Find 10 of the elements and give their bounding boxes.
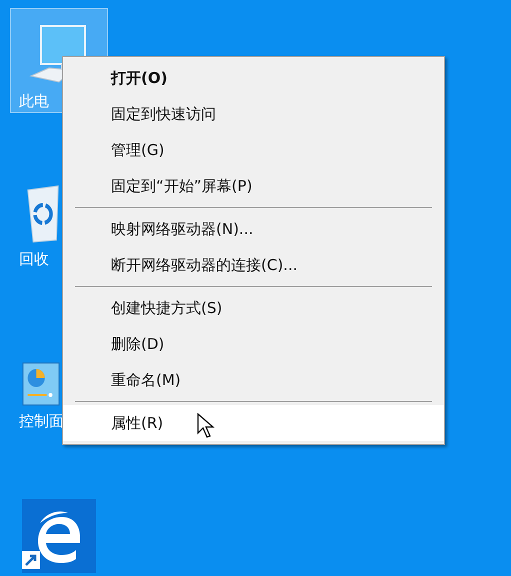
icon-label: 回收 xyxy=(18,249,49,270)
icon-label: 控制面 xyxy=(18,411,64,432)
icon-label: 此电 xyxy=(18,90,49,112)
mouse-cursor-icon xyxy=(197,413,215,439)
menu-item[interactable]: 创建快捷方式(S) xyxy=(63,290,444,326)
control-panel-icon xyxy=(22,362,60,406)
menu-item[interactable]: 管理(G) xyxy=(63,132,444,168)
edge-shortcut-icon xyxy=(22,499,96,573)
menu-item[interactable]: 属性(R) xyxy=(63,405,444,441)
recycle-bin-icon xyxy=(26,184,60,244)
